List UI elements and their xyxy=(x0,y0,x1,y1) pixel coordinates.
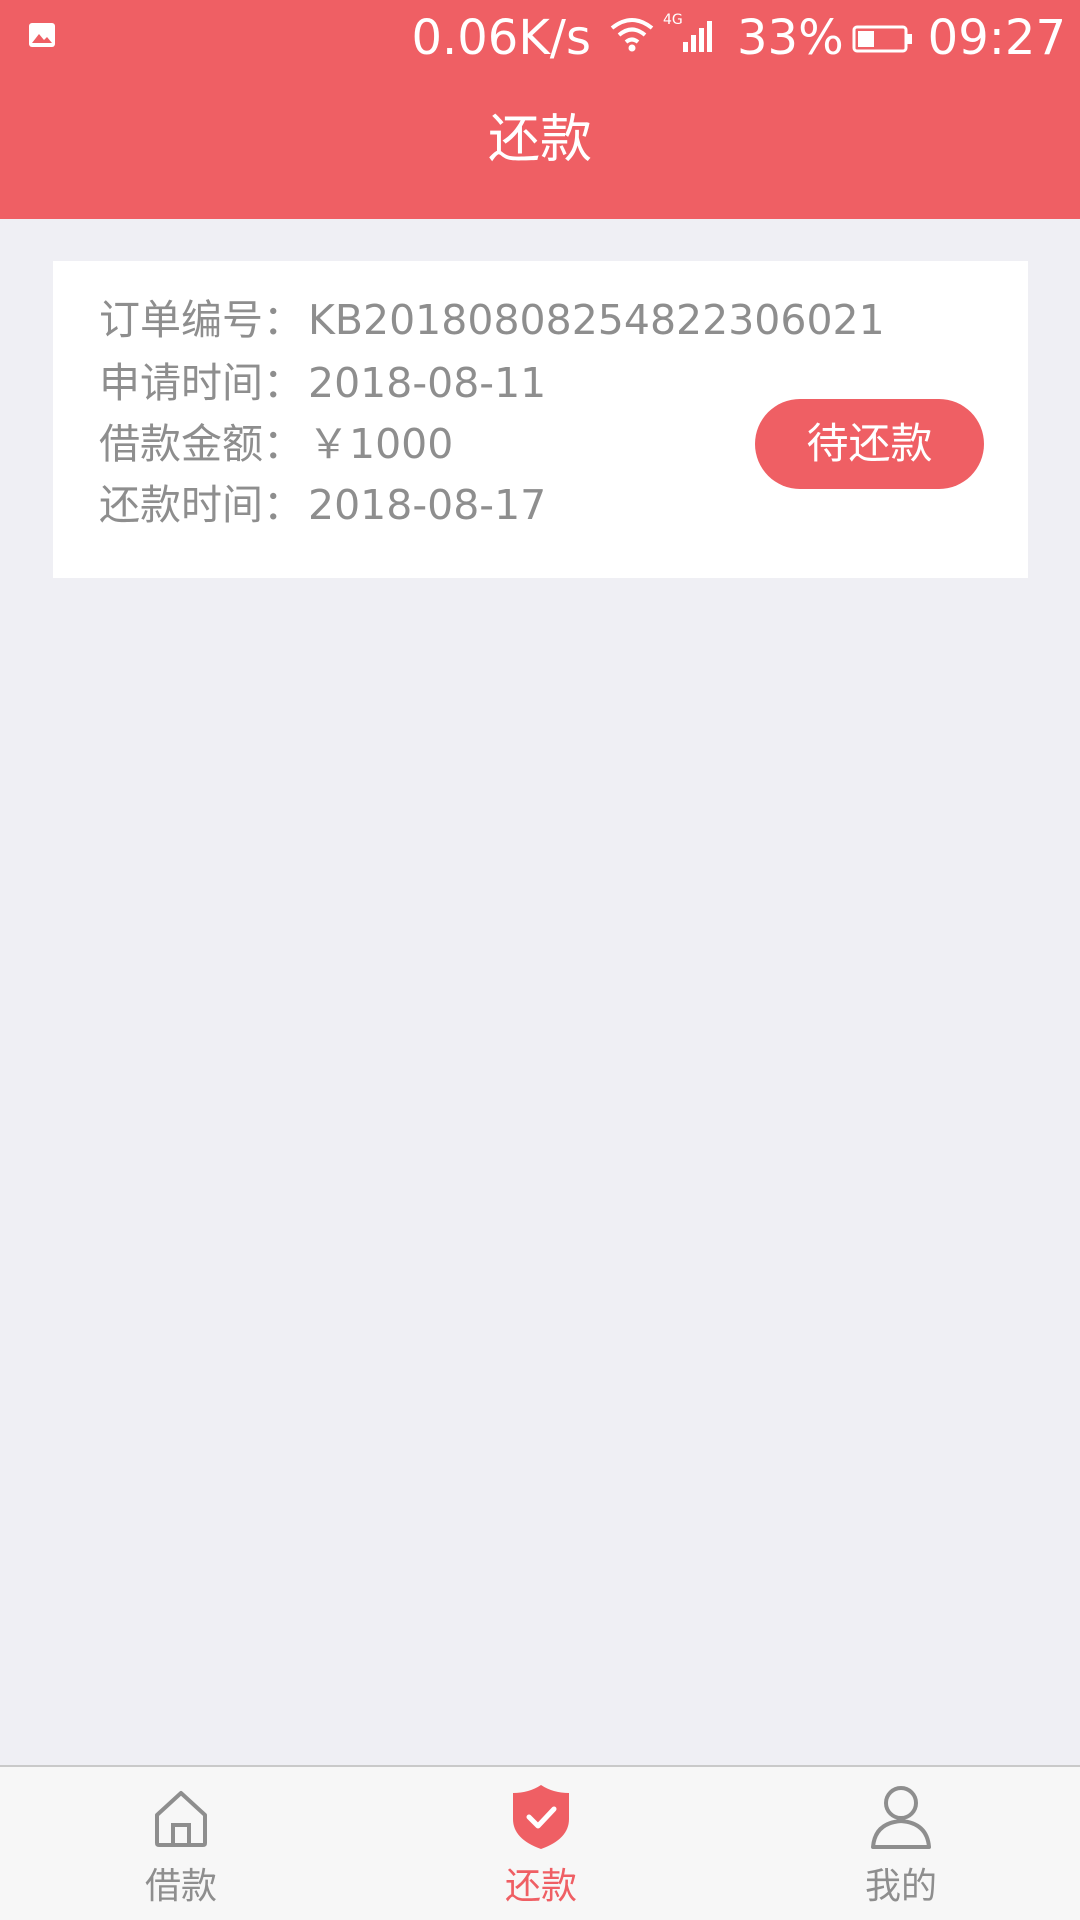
apply-time-label: 申请时间： xyxy=(99,359,304,407)
tab-borrow[interactable]: 借款 xyxy=(81,1767,281,1920)
image-icon xyxy=(28,22,56,48)
battery-icon xyxy=(852,8,914,68)
bottom-tab-bar: 借款 还款 我的 xyxy=(0,1765,1080,1920)
status-indicators: 0.06K/s 4G 33% 09:27 xyxy=(411,8,1066,68)
shield-check-icon xyxy=(509,1781,573,1851)
tab-repay[interactable]: 还款 xyxy=(441,1767,641,1920)
repay-time-row: 还款时间：2018-08-17 xyxy=(99,477,546,533)
wifi-icon xyxy=(609,8,655,68)
order-number-row: 订单编号：KB20180808254822306021 xyxy=(99,292,885,348)
network-type: 4G xyxy=(663,12,683,28)
status-bar: 0.06K/s 4G 33% 09:27 xyxy=(0,0,1080,76)
order-number-value: KB20180808254822306021 xyxy=(308,296,885,344)
network-speed: 0.06K/s xyxy=(411,10,591,66)
tab-borrow-label: 借款 xyxy=(144,1866,217,1907)
user-icon xyxy=(869,1781,933,1851)
status-time: 09:27 xyxy=(927,10,1066,66)
app-header: 0.06K/s 4G 33% 09:27 还款 xyxy=(0,0,1080,219)
apply-time-row: 申请时间：2018-08-11 xyxy=(99,355,546,411)
tab-mine[interactable]: 我的 xyxy=(801,1767,1001,1920)
repay-time-value: 2018-08-17 xyxy=(308,481,547,529)
repay-time-label: 还款时间： xyxy=(99,481,304,529)
loan-amount-label: 借款金额： xyxy=(99,420,304,468)
page-title: 还款 xyxy=(487,110,592,170)
tab-repay-label: 还款 xyxy=(504,1866,577,1907)
tab-mine-label: 我的 xyxy=(864,1866,937,1907)
loan-amount-row: 借款金额：￥1000 xyxy=(99,416,453,472)
battery-percent: 33% xyxy=(736,10,844,66)
loan-amount-value: ￥1000 xyxy=(308,420,454,468)
signal-icon: 4G xyxy=(663,8,719,68)
order-card[interactable]: 订单编号：KB20180808254822306021 申请时间：2018-08… xyxy=(53,261,1028,578)
apply-time-value: 2018-08-11 xyxy=(308,359,547,407)
home-icon xyxy=(149,1781,213,1851)
pending-repayment-button[interactable]: 待还款 xyxy=(755,399,984,489)
screen: 0.06K/s 4G 33% 09:27 还款 订单编号：KB201808082… xyxy=(0,0,1080,1920)
order-number-label: 订单编号： xyxy=(99,296,304,344)
